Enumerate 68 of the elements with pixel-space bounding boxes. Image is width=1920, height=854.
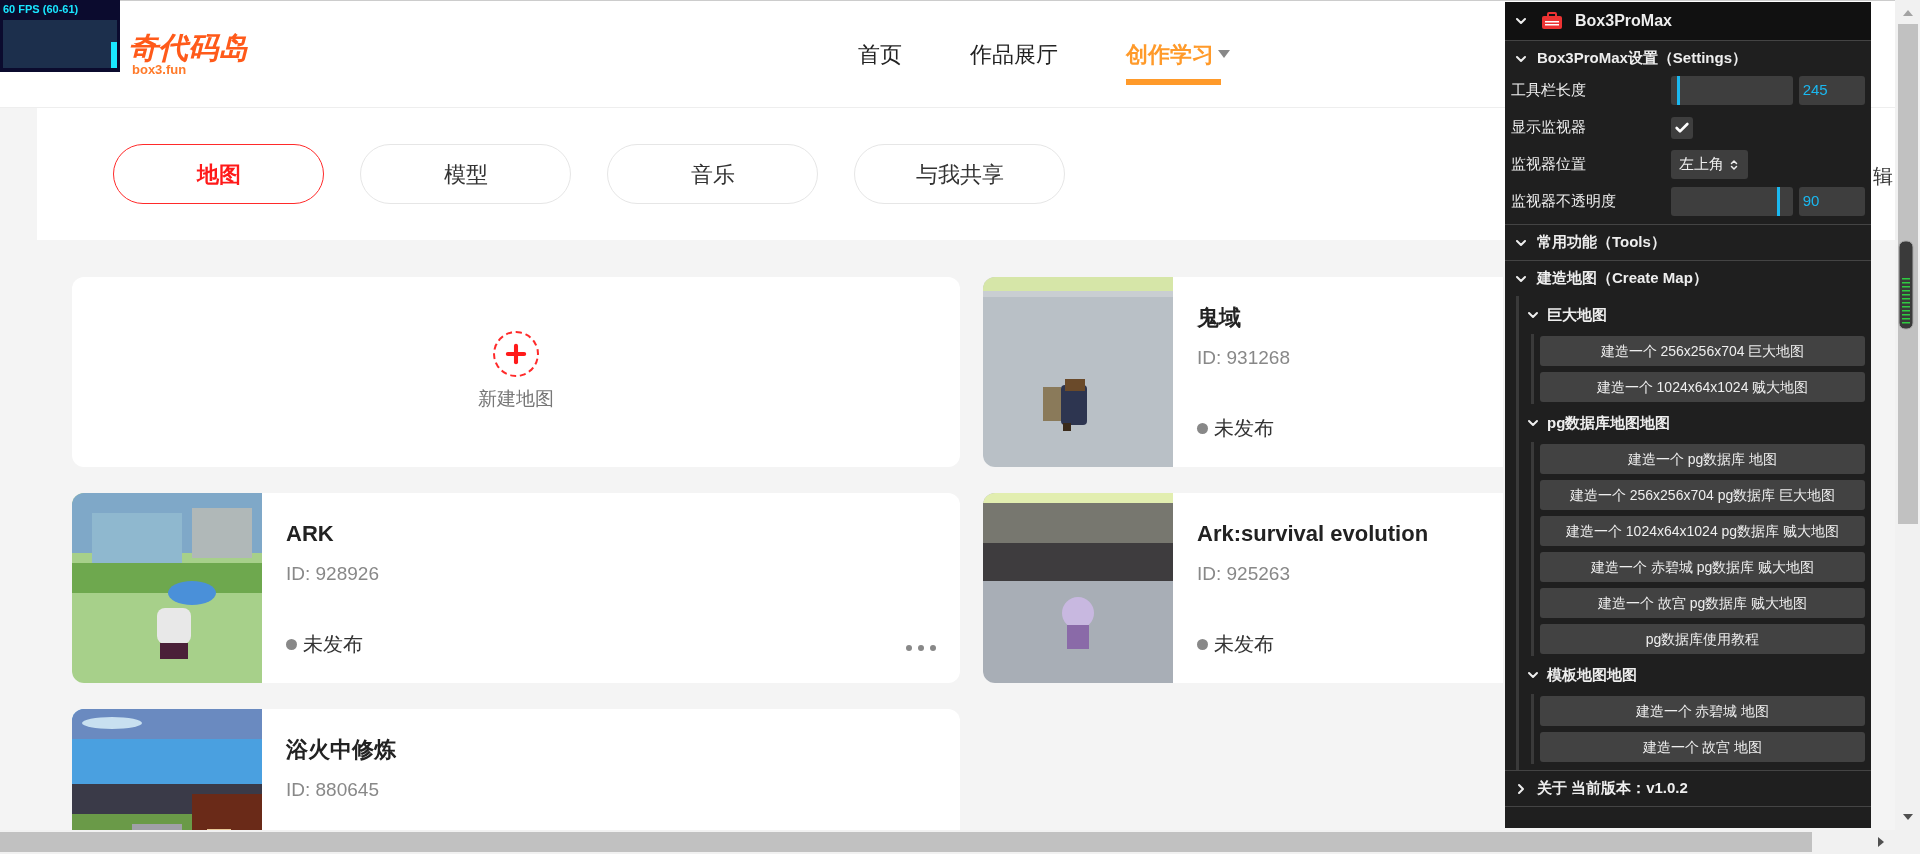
create-map-button[interactable]: 建造一个 故宫 pg数据库 贼大地图 (1540, 588, 1865, 618)
section-header[interactable]: Box3ProMax设置（Settings） (1505, 41, 1871, 76)
create-map-button[interactable]: 建造一个 1024x64x1024 pg数据库 贼大地图 (1540, 516, 1865, 546)
fps-text: 60 FPS (60-61) (3, 3, 80, 17)
create-map-button[interactable]: 建造一个 256x256x704 pg数据库 巨大地图 (1540, 480, 1865, 510)
section-header[interactable]: 关于 当前版本：v1.0.2 (1505, 771, 1871, 806)
group-title: 模板地图地图 (1547, 664, 1637, 685)
setting-label: 工具栏长度 (1511, 80, 1587, 101)
logo-domain: box3.fun (132, 62, 187, 76)
slider-thumb[interactable] (1677, 76, 1680, 105)
map-title: Ark:survival evolution (1197, 520, 1429, 548)
value-field[interactable]: 90 (1798, 187, 1865, 216)
panel-title: Box3ProMax (1575, 11, 1672, 31)
edit-text: 辑 (1873, 166, 1893, 186)
slider-track[interactable] (1671, 76, 1793, 105)
create-map-button[interactable]: 建造一个 256x256x704 巨大地图 (1540, 336, 1865, 366)
logo-text: 奇代码岛 (128, 32, 248, 63)
map-title: ARK (286, 520, 334, 548)
create-map-button[interactable]: 建造一个 故宫 地图 (1540, 732, 1865, 762)
section-title: 建造地图（Create Map） (1537, 268, 1708, 289)
map-id: ID: 931268 (1197, 346, 1290, 370)
create-map-button[interactable]: pg数据库使用教程 (1540, 624, 1865, 654)
toolbox-icon (1541, 12, 1563, 30)
section-header[interactable]: 建造地图（Create Map） (1505, 261, 1871, 296)
up-down-icon (1728, 158, 1740, 171)
map-card[interactable]: 浴火中修炼 ID: 880645 (72, 709, 960, 830)
new-map-card[interactable]: 新建地图 (72, 277, 960, 467)
scroll-down-icon[interactable] (1902, 814, 1913, 820)
map-title: 鬼域 (1197, 304, 1241, 332)
create-map-button[interactable]: 建造一个 pg数据库 地图 (1540, 444, 1865, 474)
more-icon[interactable] (906, 645, 936, 651)
map-id: ID: 928926 (286, 562, 379, 586)
nav-link[interactable]: 首页 (858, 1, 902, 107)
map-title: 浴火中修炼 (286, 736, 396, 764)
group-header[interactable]: 模板地图地图 (1519, 656, 1871, 694)
group-header[interactable]: pg数据库地图地图 (1519, 404, 1871, 442)
create-map-button[interactable]: 建造一个 赤碧城 pg数据库 贼大地图 (1540, 552, 1865, 582)
group-title: pg数据库地图地图 (1547, 412, 1671, 433)
status-text: 未发布 (1214, 632, 1274, 657)
panel-header[interactable]: Box3ProMax (1505, 2, 1871, 41)
slider-track[interactable] (1671, 187, 1793, 216)
checkbox[interactable] (1671, 116, 1693, 139)
map-card[interactable]: Ark:survival evolution ID: 925263 未发布 (983, 493, 1503, 683)
group-header[interactable]: 巨大地图 (1519, 296, 1871, 334)
status-text: 未发布 (1214, 416, 1274, 441)
section-title: 关于 当前版本：v1.0.2 (1537, 778, 1688, 799)
value-field[interactable]: 245 (1798, 76, 1865, 105)
setting-label: 监视器不透明度 (1511, 191, 1617, 212)
map-card[interactable]: 鬼域 ID: 931268 未发布 (983, 277, 1503, 467)
setting-label: 显示监视器 (1511, 117, 1587, 138)
section-title: 常用功能（Tools） (1537, 232, 1666, 253)
section-header[interactable]: 常用功能（Tools） (1505, 225, 1871, 260)
section-title: Box3ProMax设置（Settings） (1537, 48, 1748, 69)
slider-thumb[interactable] (1776, 187, 1780, 216)
map-id: ID: 880645 (286, 778, 379, 802)
group-title: 巨大地图 (1547, 304, 1607, 325)
add-icon (493, 330, 539, 377)
nav-link[interactable]: 作品展厅 (970, 1, 1058, 107)
setting-label: 监视器位置 (1511, 154, 1587, 175)
new-map-label: 新建地图 (478, 386, 554, 411)
position-select[interactable]: 左上角 (1671, 150, 1748, 179)
level-meter-icon (1898, 240, 1914, 330)
status-text: 未发布 (303, 632, 363, 657)
create-map-button[interactable]: 建造一个 赤碧城 地图 (1540, 696, 1865, 726)
map-card[interactable]: ARK ID: 928926 未发布 (72, 493, 960, 683)
scroll-right-icon[interactable] (1878, 837, 1884, 847)
create-map-button[interactable]: 建造一个 1024x64x1024 贼大地图 (1540, 372, 1865, 402)
map-id: ID: 925263 (1197, 562, 1290, 586)
